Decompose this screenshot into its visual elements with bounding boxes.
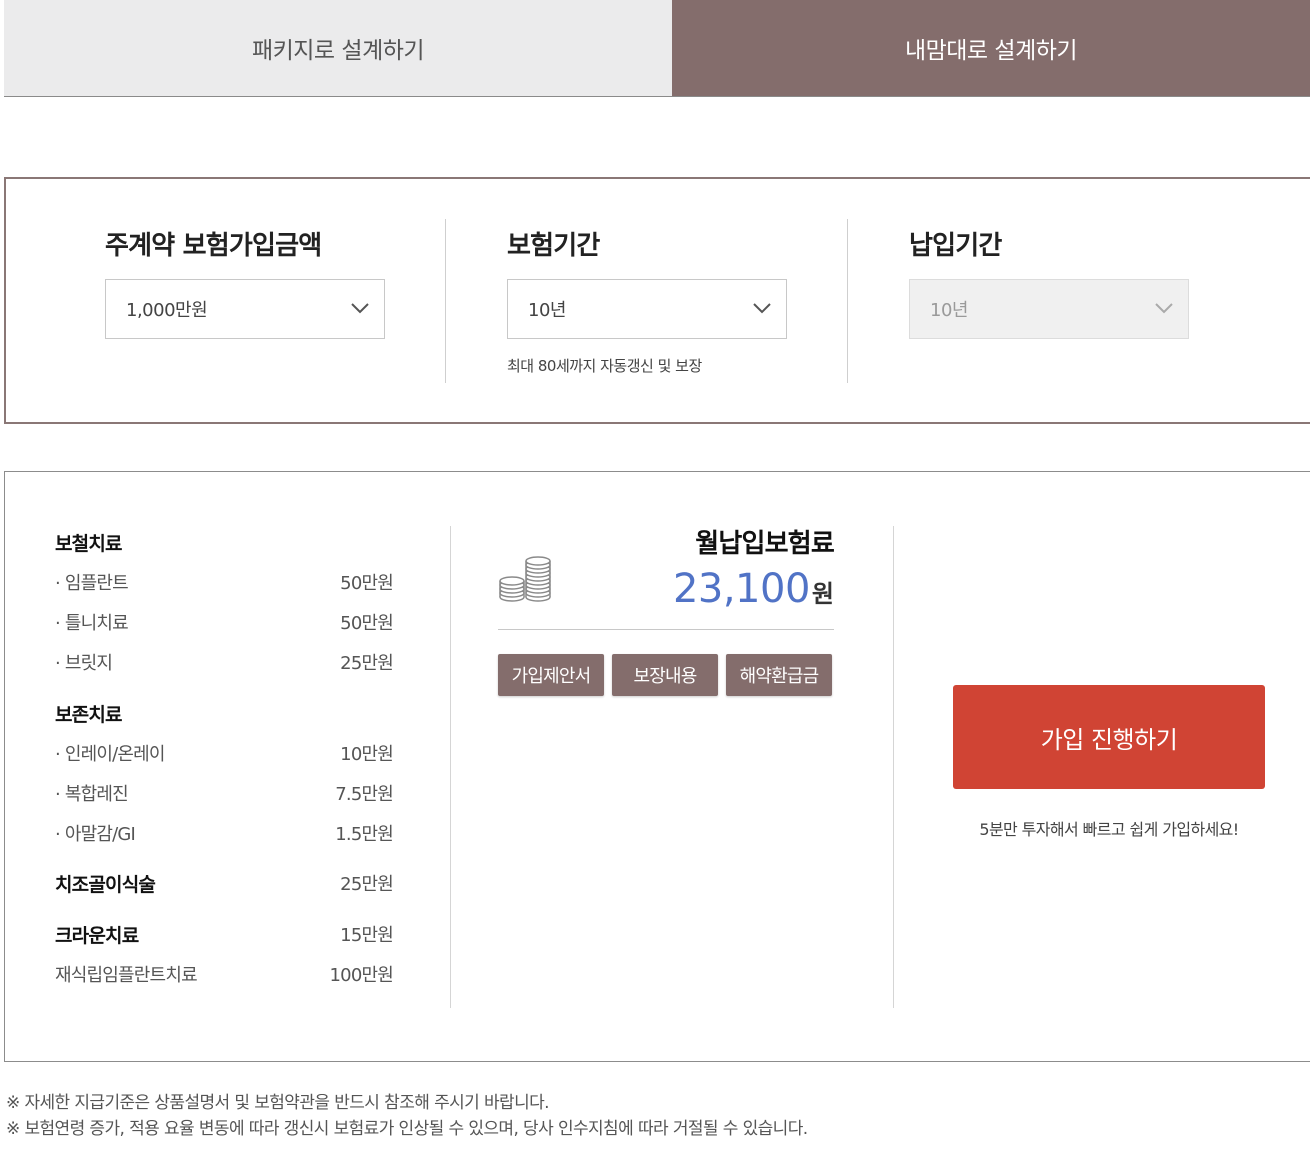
payment-title: 납입기간 [909,231,1002,261]
list-item: · 틀니치료 50만원 [55,612,394,636]
result-panel: 보철치료 · 임플란트 50만원 · 틀니치료 50만원 · 브릿지 25만원 보존치… [4,471,1310,1062]
divider [498,629,834,630]
amount-title: 주계약 보험가입금액 [105,231,322,261]
payment-select: 10년 [909,279,1189,339]
footnote: ※ 자세한 지급기준은 상품설명서 및 보험약관을 반드시 참조해 주시기 바랍… [6,1093,550,1113]
list-item: · 인레이/온레이 10만원 [55,743,394,767]
chevron-down-icon [1155,303,1173,314]
item-label: · 임플란트 [55,573,129,594]
item-label: · 인레이/온레이 [55,744,165,765]
category-title: 치조골이식술 [55,874,156,896]
tab-custom-design[interactable]: 내맘대로 설계하기 [672,0,1310,96]
item-amount: 25만원 [340,874,394,895]
premium-value: 23,100 [672,566,810,612]
item-amount: 15만원 [340,925,394,946]
item-label: 재식립임플란트치료 [55,965,198,986]
amount-select-value: 1,000만원 [126,300,208,321]
column-divider [847,219,848,383]
coverage-options-panel: 주계약 보험가입금액 1,000만원 보험기간 10년 최대 80세까지 자동갱… [4,177,1310,424]
apply-button[interactable]: 가입 진행하기 [953,685,1265,789]
item-amount: 50만원 [340,573,394,594]
item-amount: 1.5만원 [335,824,394,845]
footnote: ※ 보험연령 증가, 적용 요율 변동에 따라 갱신시 보험료가 인상될 수 있… [6,1119,808,1139]
list-item: · 임플란트 50만원 [55,572,394,596]
item-label: · 복합레진 [55,784,129,805]
item-amount: 10만원 [340,744,394,765]
item-amount: 25만원 [340,653,394,674]
item-label: · 아말감/GI [55,824,136,845]
proposal-button[interactable]: 가입제안서 [498,654,604,696]
payment-select-value: 10년 [930,300,968,321]
item-amount: 100만원 [329,965,394,986]
column-divider [893,526,894,1008]
category-title: 보존치료 [55,704,123,726]
list-item: · 복합레진 7.5만원 [55,783,394,807]
list-item: · 아말감/GI 1.5만원 [55,823,394,847]
apply-subtext: 5분만 투자해서 빠르고 쉽게 가입하세요! [979,820,1239,839]
surrender-refund-button[interactable]: 해약환급금 [726,654,832,696]
document-buttons: 가입제안서 보장내용 해약환급금 [498,654,834,696]
premium-section: 월납입보험료 23,100원 가입제안서 보장내용 해약환급금 [498,527,835,696]
payment-option: 납입기간 10년 [909,219,1249,383]
chevron-down-icon [753,303,771,314]
tab-package-design[interactable]: 패키지로 설계하기 [4,0,672,96]
design-tabs: 패키지로 설계하기 내맘대로 설계하기 [4,0,1310,97]
period-select-value: 10년 [528,300,566,321]
item-amount: 50만원 [340,613,394,634]
category-title: 보철치료 [55,533,123,555]
column-divider [450,526,451,1008]
item-label: · 브릿지 [55,653,113,674]
column-divider [445,219,446,383]
footnotes: ※ 자세한 지급기준은 상품설명서 및 보험약관을 반드시 참조해 주시기 바랍… [6,1090,808,1142]
item-amount: 7.5만원 [335,784,394,805]
period-option: 보험기간 10년 최대 80세까지 자동갱신 및 보장 [507,219,847,383]
coins-icon [499,556,551,602]
category-title: 크라운치료 [55,925,139,947]
list-item: 재식립임플란트치료 100만원 [55,964,394,988]
coverage-list: 보철치료 · 임플란트 50만원 · 틀니치료 50만원 · 브릿지 25만원 보존치… [55,532,394,988]
amount-select[interactable]: 1,000만원 [105,279,385,339]
chevron-down-icon [351,303,369,314]
list-item: · 브릿지 25만원 [55,652,394,676]
period-title: 보험기간 [507,231,600,261]
period-select[interactable]: 10년 [507,279,787,339]
coverage-details-button[interactable]: 보장내용 [612,654,718,696]
category-row: 크라운치료 15만원 [55,924,394,948]
amount-option: 주계약 보험가입금액 1,000만원 [105,219,445,383]
item-label: · 틀니치료 [55,613,129,634]
premium-unit: 원 [811,580,834,608]
category-row: 치조골이식술 25만원 [55,873,394,897]
period-note: 최대 80세까지 자동갱신 및 보장 [507,357,702,375]
